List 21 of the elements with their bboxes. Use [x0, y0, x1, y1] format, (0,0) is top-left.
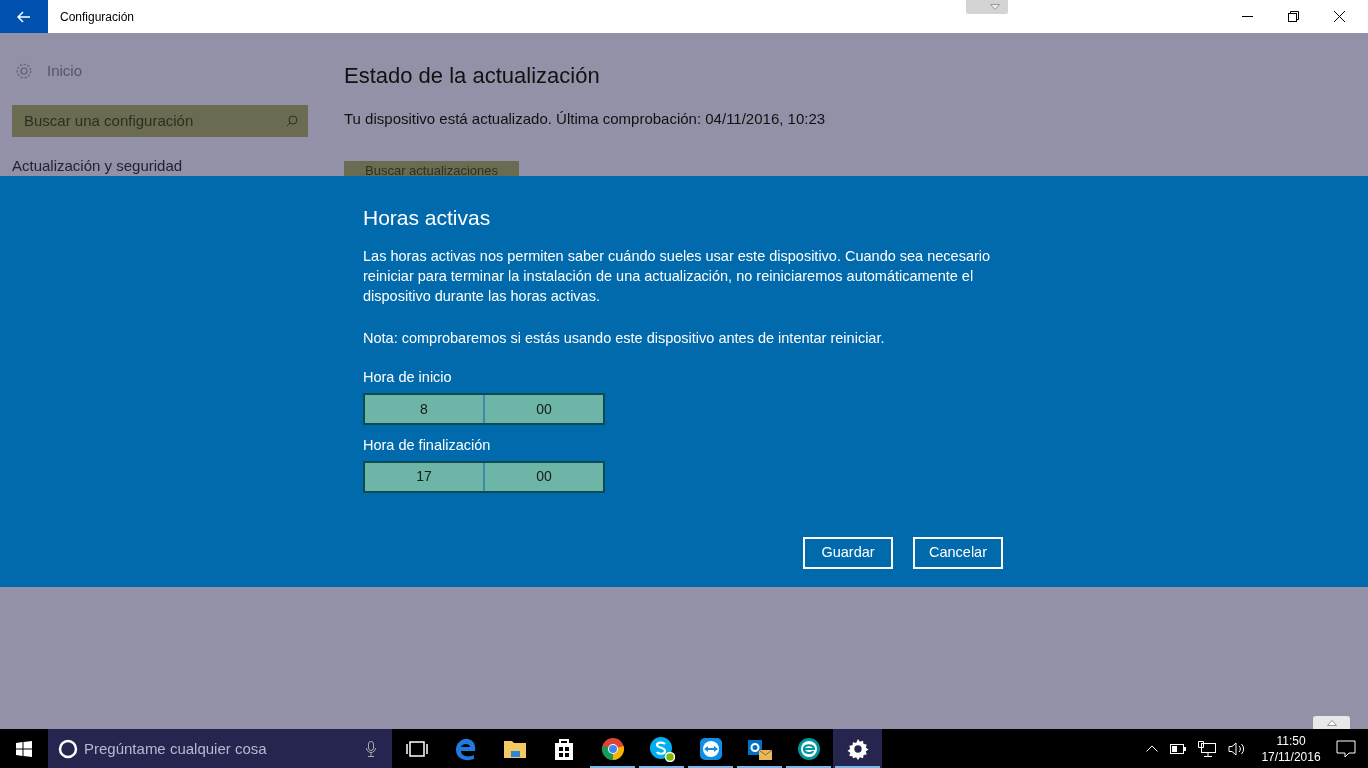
clock-date[interactable]: 17/11/2016 [1261, 748, 1321, 765]
time-picker[interactable]: 8 00 [363, 393, 605, 425]
status-text: Tu dispositivo está actualizado. Última comprobación: 04/11/2016, 10:23 [344, 109, 826, 129]
hour-value[interactable]: 8 [365, 395, 485, 423]
save-button[interactable]: Guardar [803, 536, 893, 569]
window-title: Configuración [60, 8, 135, 26]
hour-value[interactable]: 17 [365, 462, 485, 491]
time-label: Hora de finalización [363, 436, 492, 455]
section-title: Actualización y seguridad [12, 156, 184, 175]
time-picker[interactable]: 17 00 [363, 460, 605, 493]
minute-value[interactable]: 00 [485, 462, 603, 491]
dialog-title: Horas activas [363, 205, 492, 231]
minute-value[interactable]: 00 [485, 395, 603, 423]
search-field[interactable]: Buscar una configuración [12, 104, 308, 137]
page-title: Estado de la actualización [344, 62, 601, 90]
dialog-description: Las horas activas nos permiten saber cuándo sueles usar este dispositivo. Cuando sea necesario reiniciar para terminar la instalación de una actualización, no reiniciaremos automáticamente el dispositivo durante las horas activas. [363, 246, 992, 306]
cancel-button[interactable]: Cancelar [913, 536, 1003, 569]
dialog-note: Nota: comprobaremos si estás usando este dispositivo antes de intentar reiniciar. [363, 328, 886, 348]
taskbar-search-field[interactable]: Pregúntame cualquier cosa [48, 729, 392, 768]
clock-time[interactable]: 11:50 [1276, 732, 1306, 749]
time-label: Hora de inicio [363, 368, 453, 388]
